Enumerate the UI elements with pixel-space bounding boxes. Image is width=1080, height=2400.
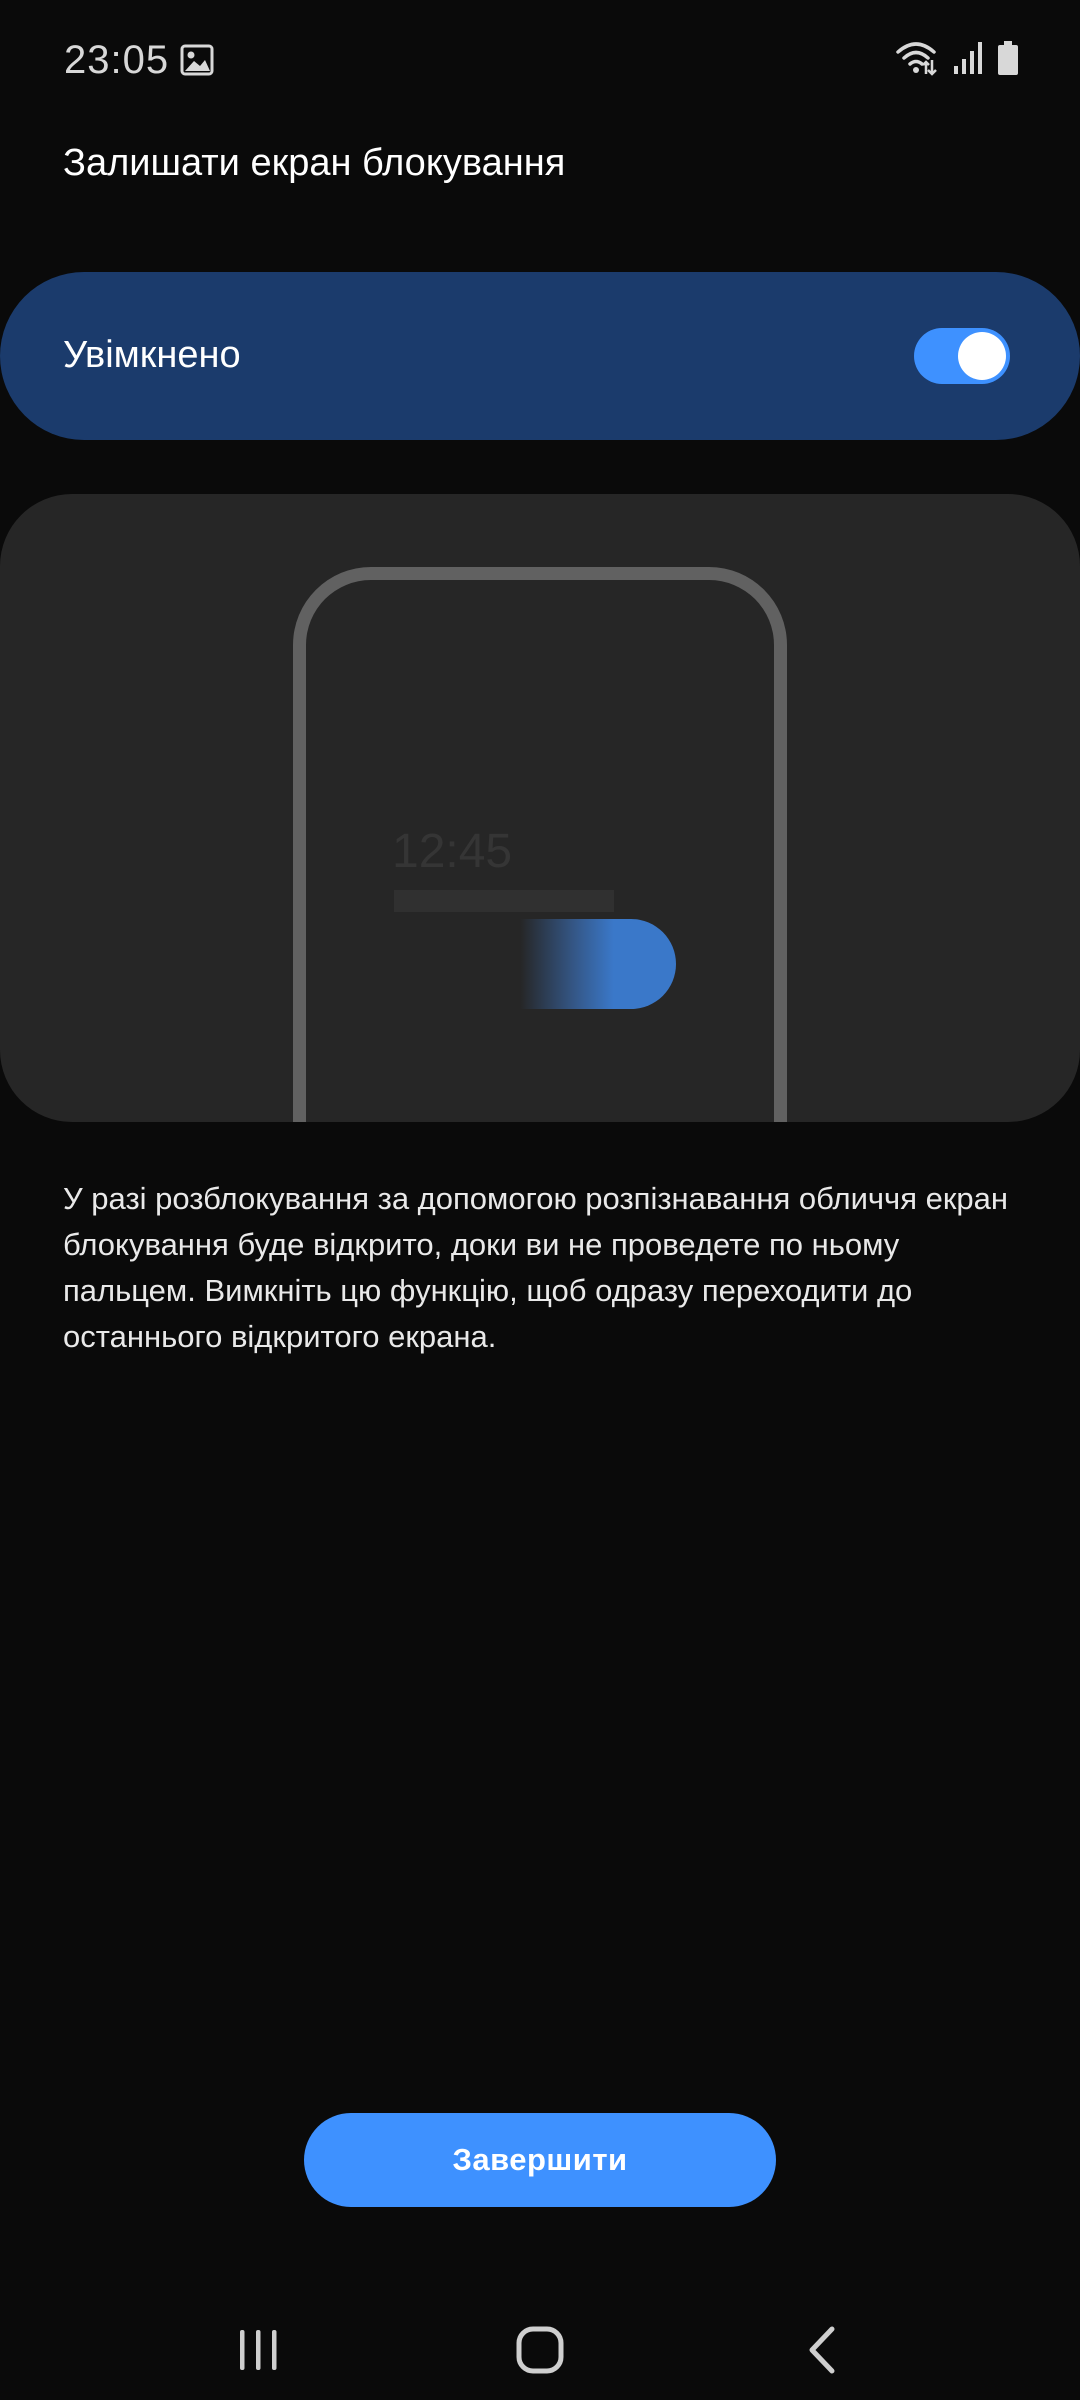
navigation-bar [0, 2280, 1080, 2400]
master-switch-bar[interactable]: Увімкнено [0, 272, 1080, 440]
master-switch-label: Увімкнено [63, 334, 241, 376]
back-icon[interactable] [782, 2310, 862, 2390]
finish-button[interactable]: Завершити [304, 2113, 776, 2207]
description-text: У разі розблокування за допомогою розпіз… [63, 1181, 1009, 1354]
status-icons [896, 38, 1020, 82]
phone-illustration [293, 567, 787, 1122]
wifi-icon [896, 40, 940, 81]
status-time: 23:05 [64, 38, 170, 82]
recents-icon[interactable] [219, 2310, 299, 2390]
home-icon[interactable] [500, 2310, 580, 2390]
signal-icon [952, 40, 984, 81]
swipe-indicator [520, 919, 676, 1009]
illustration-date-bar [394, 890, 614, 912]
illustration-clock: 12:45 [392, 825, 513, 878]
gallery-icon [180, 44, 214, 76]
status-bar: 23:05 [0, 0, 1080, 125]
battery-icon [996, 40, 1020, 81]
illustration-card: 12:45 [0, 494, 1080, 1122]
page-title: Залишати екран блокування [63, 142, 566, 184]
master-switch-toggle[interactable] [914, 328, 1010, 384]
toggle-knob [958, 332, 1006, 380]
